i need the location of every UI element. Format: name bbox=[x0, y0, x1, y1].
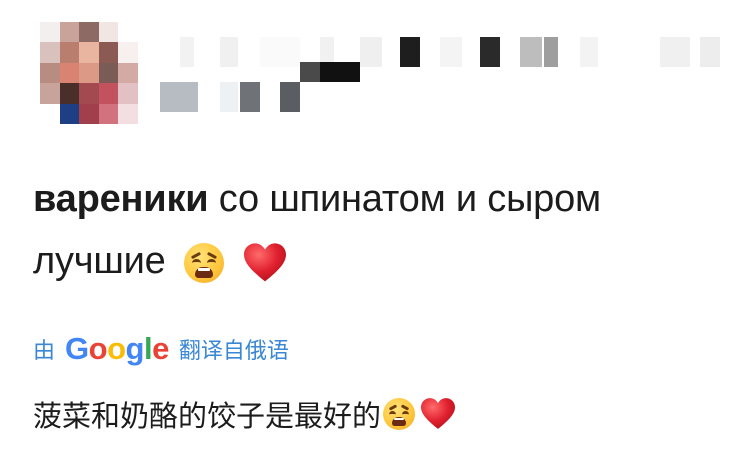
red-heart-icon bbox=[421, 398, 456, 430]
translated-by-prefix: 由 bbox=[33, 338, 56, 363]
translated-from-label: 翻译自俄语 bbox=[178, 338, 289, 363]
username-obscured[interactable] bbox=[160, 37, 730, 67]
comment-line-2: лучшие bbox=[33, 230, 723, 292]
red-heart-icon bbox=[244, 243, 287, 283]
username-obscured-part bbox=[300, 62, 360, 82]
translation-body: 菠菜和奶酪的饺子是最好的 bbox=[33, 399, 382, 433]
weary-face-icon bbox=[183, 242, 224, 283]
comment-line2-text: лучшие bbox=[33, 240, 166, 282]
google-logo: Google bbox=[65, 331, 169, 366]
comment-bold-word: вареники bbox=[33, 178, 209, 220]
comment-text: вареники со шпинатом и сыром лучшие bbox=[33, 168, 723, 292]
comment-line-1: вареники со шпинатом и сыром bbox=[33, 168, 723, 230]
meta-obscured bbox=[160, 82, 310, 112]
comment-line1-rest: со шпинатом и сыром bbox=[208, 178, 601, 220]
translation-text: 菠菜和奶酪的饺子是最好的 bbox=[33, 392, 456, 436]
weary-face-icon bbox=[383, 398, 416, 430]
avatar[interactable] bbox=[40, 22, 138, 124]
translated-by[interactable]: 由 Google 翻译自俄语 bbox=[33, 330, 289, 368]
